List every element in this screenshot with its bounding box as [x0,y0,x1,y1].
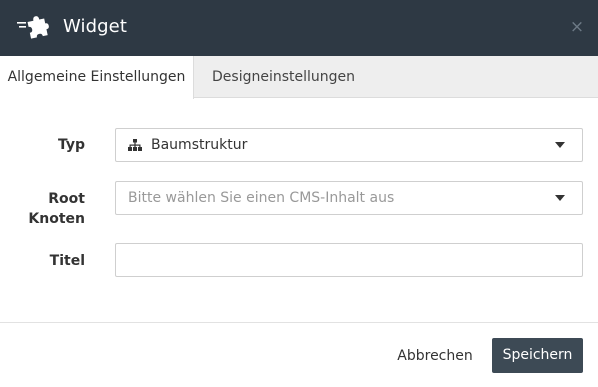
root-node-label-line2: Knoten [28,211,85,227]
type-select[interactable]: Baumstruktur [115,128,583,162]
root-node-select[interactable]: Bitte wählen Sie einen CMS-Inhalt aus [115,181,583,215]
close-icon[interactable]: × [569,17,585,37]
chevron-down-icon [555,195,565,201]
dialog-title: Widget [63,16,127,37]
type-label: Typ [57,137,85,153]
tab-bar: Allgemeine Einstellungen Designeinstellu… [0,56,598,99]
type-select-value: Baumstruktur [151,137,248,153]
footer-divider [0,322,598,323]
dialog-header: Widget × [0,0,598,56]
title-input[interactable] [115,243,583,277]
root-node-label-line1: Root [48,191,85,207]
sitemap-icon [128,139,142,151]
tab-general-settings[interactable]: Allgemeine Einstellungen [0,56,194,99]
root-node-placeholder: Bitte wählen Sie einen CMS-Inhalt aus [128,190,395,206]
cancel-button[interactable]: Abbrechen [387,339,483,373]
puzzle-icon [17,16,49,39]
save-button[interactable]: Speichern [492,338,583,373]
chevron-down-icon [555,142,565,148]
root-node-label: Root Knoten [5,189,85,229]
title-label: Titel [49,253,85,269]
tab-design-settings[interactable]: Designeinstellungen [194,56,355,98]
